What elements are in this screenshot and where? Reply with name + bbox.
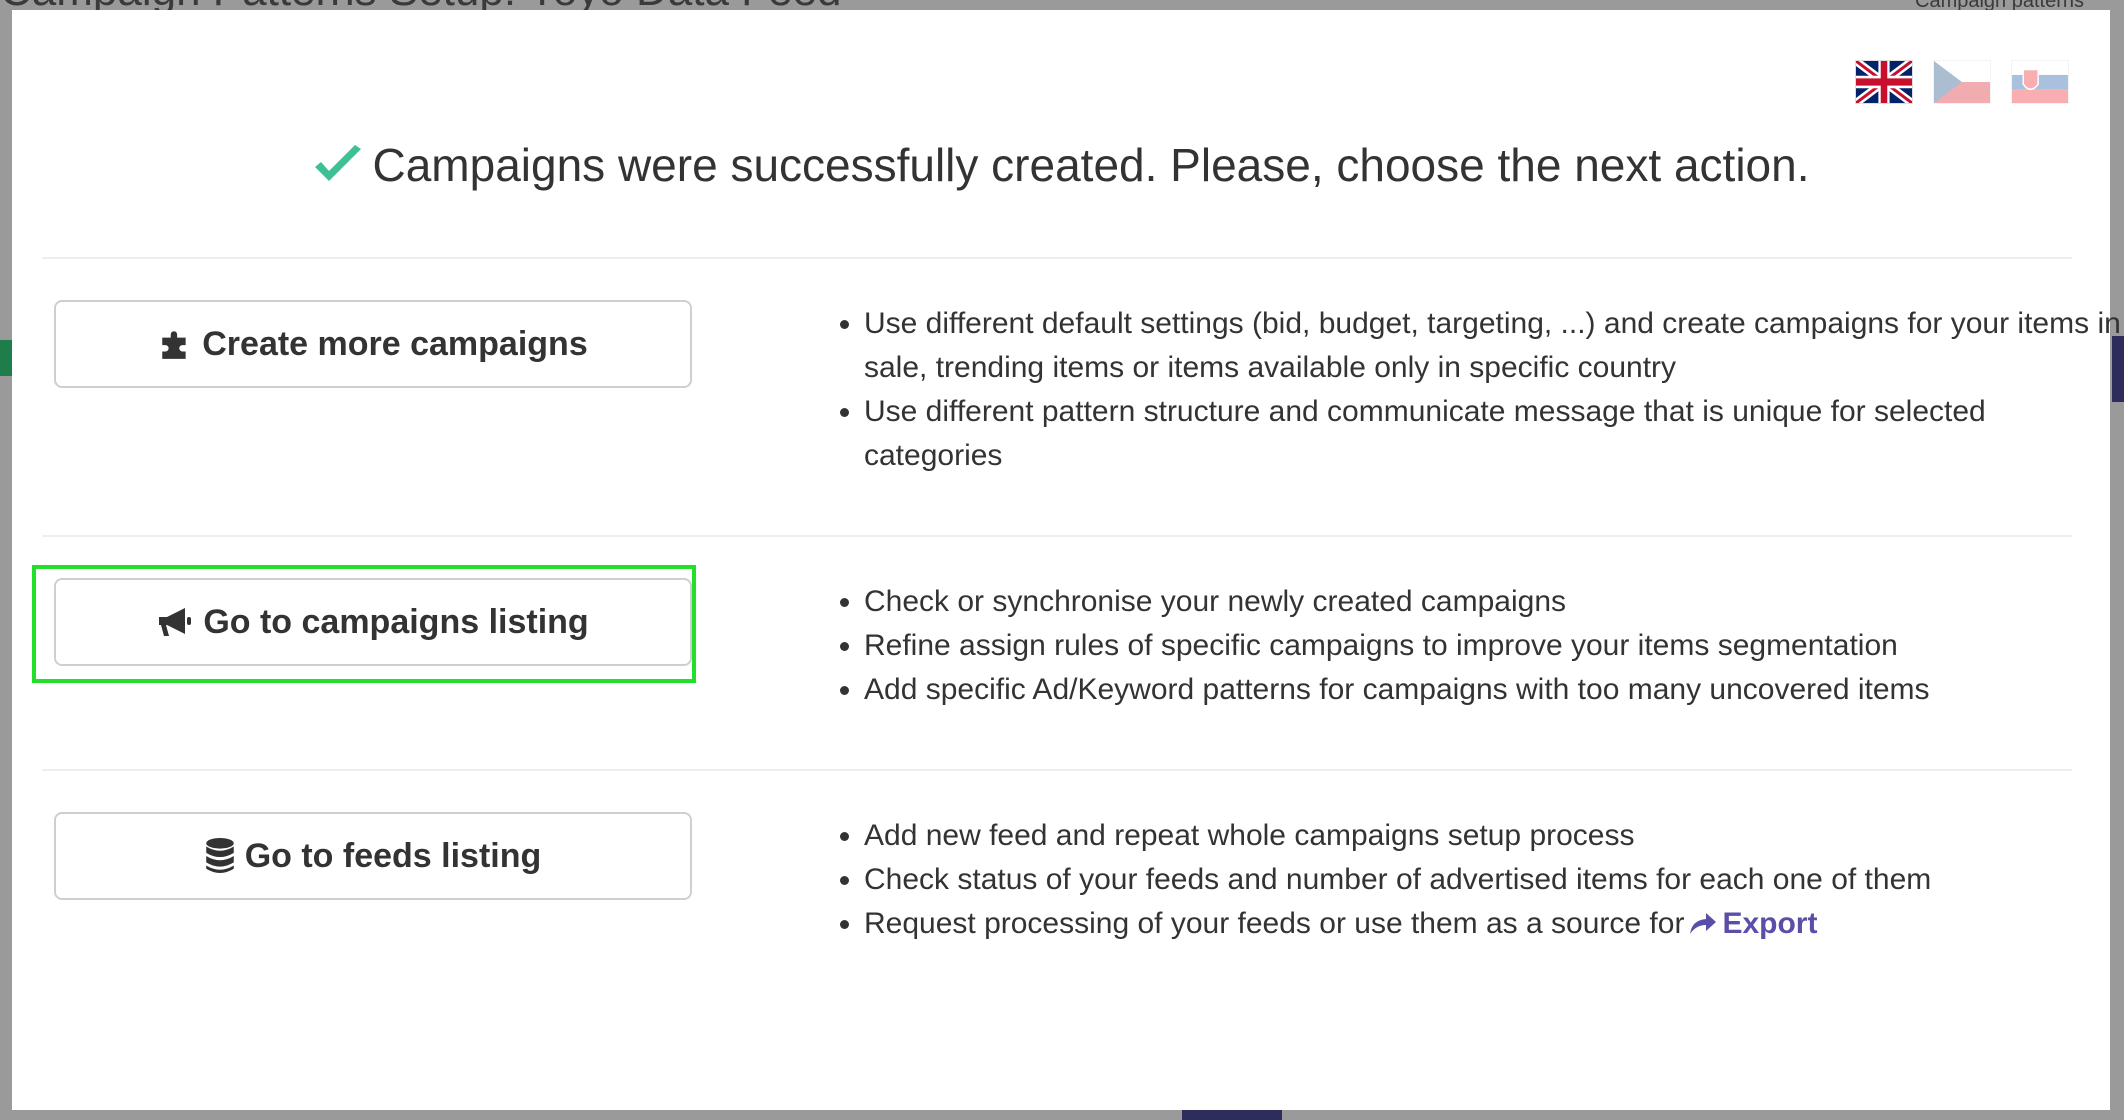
headline-text: Campaigns were successfully created. Ple… [372,139,1810,191]
list-item: Check status of your feeds and number of… [864,858,2124,902]
background-pagination-tab [1182,1110,1282,1120]
divider [42,257,2072,259]
go-to-campaigns-listing-button[interactable]: Go to campaigns listing [54,578,692,666]
language-switcher [1855,60,2069,104]
list-item: Use different default settings (bid, bud… [864,302,2124,390]
create-more-campaigns-label: Create more campaigns [202,324,588,363]
list-item-text: Request processing of your feeds or use … [864,907,1685,940]
slovak-flag[interactable] [2011,60,2069,104]
list-item: Add new feed and repeat whole campaigns … [864,814,2124,858]
create-more-bullets: Use different default settings (bid, bud… [802,302,2124,478]
list-item: Check or synchronise your newly created … [864,580,2124,624]
list-item: Refine assign rules of specific campaign… [864,624,2124,668]
database-icon [205,838,234,873]
campaigns-listing-bullets: Check or synchronise your newly created … [802,580,2124,712]
feeds-listing-bullets: Add new feed and repeat whole campaigns … [802,814,2124,946]
list-item: Use different pattern structure and comm… [864,390,2124,478]
puzzle-icon [162,331,186,359]
export-link-label: Export [1722,907,1818,940]
checkmark-icon [314,145,361,181]
divider [42,769,2072,771]
next-action-modal: Campaigns were successfully created. Ple… [12,10,2121,1110]
list-item: Add specific Ad/Keyword patterns for cam… [864,668,2124,712]
list-item: Request processing of your feeds or use … [864,902,2124,946]
english-flag[interactable] [1855,60,1913,104]
divider [42,535,2072,537]
create-more-campaigns-button[interactable]: Create more campaigns [54,300,692,388]
go-to-campaigns-listing-label: Go to campaigns listing [203,602,589,641]
share-icon [1690,913,1717,934]
export-link[interactable]: Export [1684,907,1817,940]
czech-flag[interactable] [1933,60,1991,104]
bullhorn-icon [159,608,192,636]
go-to-feeds-listing-button[interactable]: Go to feeds listing [54,812,692,900]
success-headline: Campaigns were successfully created. Ple… [12,138,2110,192]
go-to-feeds-listing-label: Go to feeds listing [244,836,542,875]
background-status-tag [0,340,12,376]
